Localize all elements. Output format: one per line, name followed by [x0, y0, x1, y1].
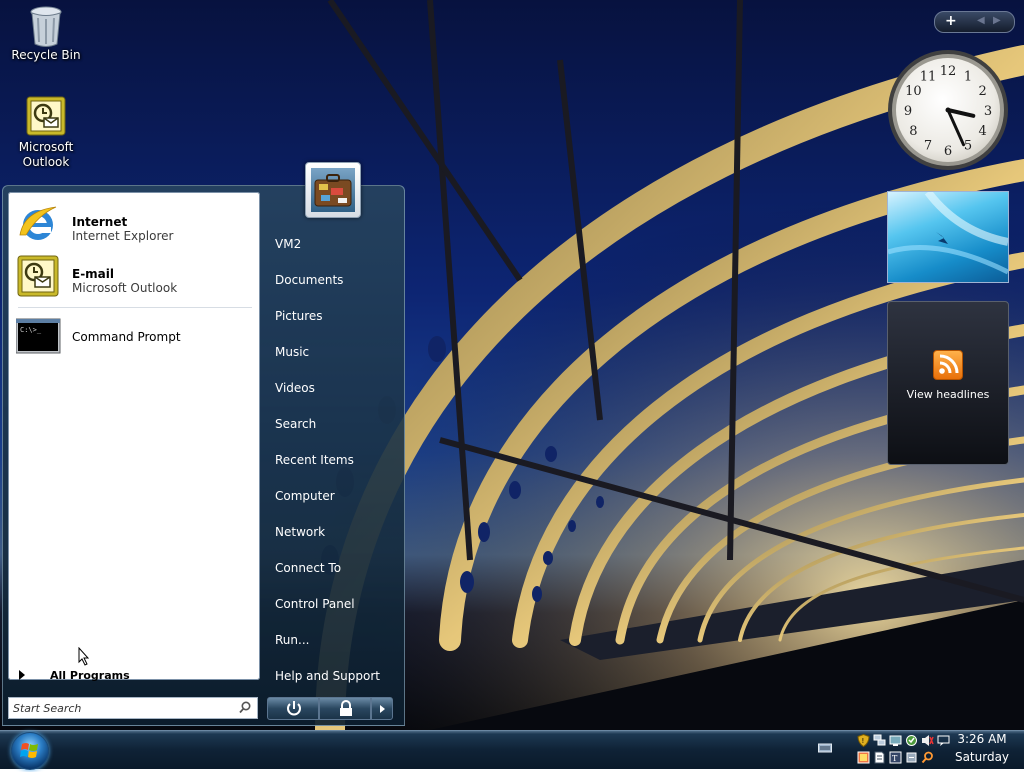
clock-number: 11: [920, 69, 937, 84]
pinned-separator: [18, 307, 252, 308]
clock-number: 4: [978, 124, 986, 139]
recycle-bin-icon: [26, 4, 66, 47]
start-link-pictures[interactable]: Pictures: [275, 309, 323, 323]
view-headlines-label[interactable]: View headlines: [888, 388, 1008, 401]
speaker-icon[interactable]: [921, 734, 934, 747]
start-link-computer[interactable]: Computer: [275, 489, 335, 503]
recent-command-prompt-label: Command Prompt: [72, 330, 181, 344]
document-icon[interactable]: [873, 751, 886, 764]
all-programs-button[interactable]: All Programs: [8, 668, 258, 684]
clock-number: 8: [909, 124, 917, 139]
power-icon: [287, 701, 301, 716]
next-page-icon[interactable]: ▶: [993, 15, 1001, 26]
desktop-icon-label: Recycle Bin: [11, 48, 81, 62]
power-button-group: [267, 697, 393, 720]
start-link-control-panel[interactable]: Control Panel: [275, 597, 355, 611]
user-account-icon: [311, 168, 355, 212]
search-icon[interactable]: [239, 701, 251, 717]
device-icon[interactable]: [905, 751, 918, 764]
display-settings-icon[interactable]: [889, 734, 902, 747]
action-center-icon[interactable]: [937, 734, 950, 747]
language-bar-icon[interactable]: [818, 742, 832, 757]
power-button[interactable]: [267, 697, 319, 720]
clock-number: 10: [905, 84, 922, 99]
start-link-search[interactable]: Search: [275, 417, 316, 431]
outlook-icon: [26, 96, 66, 136]
pinned-email-subtitle: Microsoft Outlook: [72, 281, 178, 295]
desktop-icon-recycle-bin[interactable]: Recycle Bin: [6, 4, 86, 63]
slideshow-gadget[interactable]: [887, 191, 1009, 283]
clock-number: 7: [924, 139, 932, 154]
rss-feed-icon: [933, 350, 963, 380]
clock-number: 3: [984, 104, 992, 119]
start-link-videos[interactable]: Videos: [275, 381, 315, 395]
start-link-vm2[interactable]: VM2: [275, 237, 301, 251]
sync-center-icon[interactable]: [905, 734, 918, 747]
svg-text:T: T: [892, 754, 898, 763]
lock-icon: [340, 700, 352, 716]
clock-number: 6: [944, 144, 952, 159]
command-prompt-icon: C:\>_: [15, 317, 61, 361]
desktop-icon-microsoft-outlook[interactable]: Microsoft Outlook: [6, 96, 86, 170]
internet-explorer-icon: [16, 201, 60, 245]
clock-number: 9: [904, 104, 912, 119]
sidebar-gadget-toolbar: + ◀ ▶: [934, 11, 1015, 33]
clock-number: 12: [940, 64, 957, 79]
shutdown-options-button[interactable]: [371, 697, 393, 720]
start-link-recent-items[interactable]: Recent Items: [275, 453, 354, 467]
start-button[interactable]: [11, 732, 49, 770]
start-link-help-and-support[interactable]: Help and Support: [275, 669, 380, 683]
security-shield-icon[interactable]: !: [857, 734, 870, 747]
windows-logo-icon: [20, 743, 38, 758]
start-search-input[interactable]: [13, 700, 233, 716]
previous-page-icon[interactable]: ◀: [977, 15, 985, 26]
triangle-right-icon: [19, 670, 25, 680]
taskbar-clock[interactable]: 3:26 AM Saturday: [952, 730, 1012, 766]
pinned-internet-subtitle: Internet Explorer: [72, 229, 174, 243]
pinned-internet[interactable]: Internet Internet Explorer: [14, 198, 256, 246]
outlook-icon: [16, 253, 60, 297]
triangle-right-icon: [380, 705, 385, 713]
start-link-connect-to[interactable]: Connect To: [275, 561, 341, 575]
start-link-network[interactable]: Network: [275, 525, 325, 539]
start-search-box[interactable]: [8, 697, 258, 719]
clock-number: 5: [964, 139, 972, 154]
clock-number: 2: [978, 84, 986, 99]
taskbar-time: 3:26 AM: [957, 732, 1007, 746]
svg-text:C:\>_: C:\>_: [20, 326, 42, 334]
pinned-email[interactable]: E-mail Microsoft Outlook: [14, 250, 256, 298]
text-services-icon[interactable]: T: [889, 751, 902, 764]
user-picture[interactable]: [305, 162, 361, 218]
taskbar-day: Saturday: [954, 750, 1010, 764]
add-gadget-button[interactable]: +: [945, 13, 957, 29]
slideshow-image: [888, 192, 1008, 275]
clock-number: 1: [964, 69, 972, 84]
network-icon[interactable]: [873, 734, 886, 747]
windows-update-icon[interactable]: [857, 751, 870, 764]
start-link-music[interactable]: Music: [275, 345, 309, 359]
desktop-icon-label-line1: Microsoft: [18, 140, 74, 154]
search-icon[interactable]: [921, 751, 934, 764]
notification-area: ! T: [850, 732, 950, 766]
lock-button[interactable]: [319, 697, 371, 720]
start-link-documents[interactable]: Documents: [275, 273, 343, 287]
all-programs-label: All Programs: [50, 669, 130, 682]
svg-text:!: !: [862, 737, 865, 745]
recent-command-prompt[interactable]: C:\>_ Command Prompt: [14, 314, 256, 362]
pinned-internet-title: Internet: [72, 215, 128, 229]
clock-gadget[interactable]: 12 1 2 3 4 5 6 7 8 9 10 11: [887, 48, 1009, 172]
desktop-icon-label-line2: Outlook: [22, 155, 70, 169]
feed-headlines-gadget[interactable]: View headlines: [887, 301, 1009, 465]
start-link-run[interactable]: Run...: [275, 633, 309, 647]
pinned-email-title: E-mail: [72, 267, 115, 281]
mouse-cursor-icon: [78, 647, 90, 666]
start-menu-programs-pane: Internet Internet Explorer E-mail Micros…: [8, 192, 260, 680]
